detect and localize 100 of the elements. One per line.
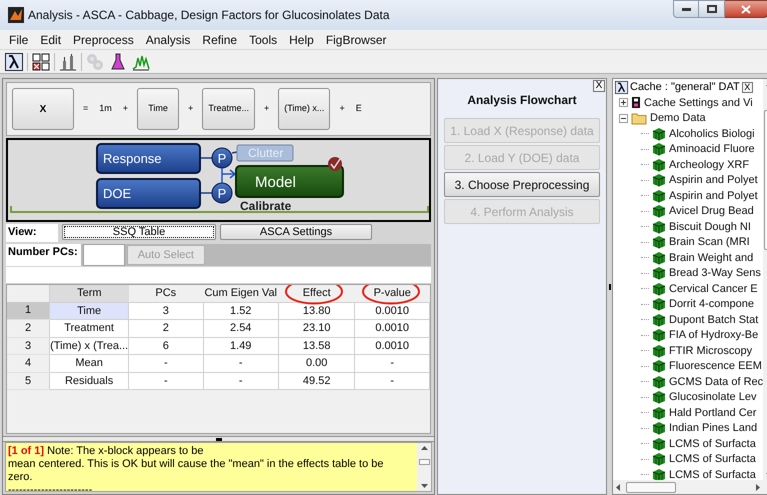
table-cell: - <box>203 354 278 372</box>
row-header[interactable]: 4 <box>7 354 50 372</box>
tree-item[interactable]: LCMS of Surfacta <box>669 451 756 468</box>
toolbar-button[interactable] <box>4 52 24 72</box>
calibrate-caption: Calibrate <box>240 199 292 213</box>
formula-symbol: + <box>187 102 194 116</box>
tree-item[interactable]: Fluorescence EEM <box>669 358 762 374</box>
tree-item[interactable]: Archeology XRF <box>669 156 750 173</box>
tree-item[interactable]: Dupont Batch Stat <box>669 312 758 328</box>
cube-icon <box>652 126 666 141</box>
tree-item[interactable]: Bread 3-Way Sens <box>669 265 761 282</box>
table-cell: 1.52 <box>203 302 278 320</box>
cube-icon <box>652 312 666 327</box>
tree-item[interactable]: Cervical Cancer E <box>669 280 758 297</box>
row-header[interactable]: 5 <box>7 372 50 390</box>
cube-icon <box>652 235 666 250</box>
row-header[interactable]: 2 <box>7 320 50 337</box>
view-label: View: <box>6 224 58 242</box>
tree-item[interactable]: Brain Weight and <box>669 250 754 266</box>
cube-icon <box>652 158 666 172</box>
column-header[interactable]: PCs <box>155 287 176 299</box>
tree-item[interactable]: LCMS of Surfacta <box>669 466 756 480</box>
tree-item[interactable]: Glucosinolate Lev <box>669 389 756 406</box>
flask-icon <box>109 52 127 70</box>
horizontal-scrollbar[interactable] <box>613 480 767 494</box>
tree-item[interactable]: Dorrit 4-compone <box>669 296 754 312</box>
menu-item[interactable]: Analysis <box>140 30 196 48</box>
toolbar-button[interactable] <box>31 52 51 72</box>
number-pcs-field[interactable] <box>82 244 125 266</box>
connector-line <box>221 167 236 184</box>
term-button[interactable]: Time <box>137 88 180 130</box>
scroll-thumb[interactable] <box>418 459 430 465</box>
vertical-scrollbar[interactable] <box>417 443 431 491</box>
tree-item[interactable]: Biscuit Dough NI <box>669 218 751 235</box>
view-tab[interactable]: ASCA Settings <box>220 224 372 240</box>
close-button[interactable]: X <box>593 80 605 92</box>
minimize-button[interactable] <box>673 0 700 18</box>
cube-icon <box>652 390 666 404</box>
menu-item[interactable]: Refine <box>197 30 242 48</box>
table-cell: 0.0010 <box>354 302 430 320</box>
toolbar-button[interactable] <box>58 52 78 72</box>
maximize-button[interactable] <box>699 0 726 18</box>
model-block[interactable]: Model <box>235 165 344 198</box>
tree-item[interactable]: FTIR Microscopy <box>669 342 752 359</box>
menu-item[interactable]: Edit <box>35 30 66 48</box>
cube-icon <box>652 374 666 389</box>
table-cell: 1.49 <box>203 337 278 354</box>
data-block[interactable]: DOE <box>96 178 201 209</box>
tree-item[interactable]: Indian Pines Land <box>669 420 758 436</box>
flowchart-step-button[interactable]: 3. Choose Preprocessing <box>444 172 600 197</box>
minimize-icon <box>682 8 691 10</box>
tree-item[interactable]: Brain Scan (MRI <box>669 234 750 250</box>
tree-item[interactable]: Aspirin and Polyet <box>669 172 758 188</box>
table-cell: 2 <box>128 320 203 337</box>
cube-icon <box>652 282 666 296</box>
folder-icon <box>631 112 647 125</box>
tree-item[interactable]: Aspirin and Polyet <box>669 188 758 204</box>
scroll-left-icon <box>616 484 620 490</box>
expander-toggle[interactable] <box>619 98 628 108</box>
cube-icon <box>652 406 666 420</box>
close-button[interactable]: X <box>742 82 753 93</box>
menu-item[interactable]: Help <box>284 30 319 48</box>
table-cell: Mean <box>50 354 129 372</box>
tree-item[interactable]: Avicel Drug Bead <box>669 203 754 220</box>
menu-item[interactable]: Preprocess <box>68 30 139 48</box>
splitter-handle[interactable] <box>216 438 222 440</box>
column-header[interactable]: Effect <box>302 287 331 299</box>
term-button[interactable]: (Time) x... <box>278 88 330 130</box>
close-button[interactable] <box>725 0 767 18</box>
term-button[interactable]: X <box>12 88 74 130</box>
table-cell: 13.80 <box>278 302 355 320</box>
tree-item[interactable]: Hald Portland Cer <box>669 404 756 421</box>
data-block[interactable]: Response <box>96 143 201 174</box>
menu-item[interactable]: FigBrowser <box>320 30 392 48</box>
column-header[interactable]: P-value <box>374 287 411 299</box>
tree-item[interactable]: Demo Data <box>650 110 706 126</box>
tree-item[interactable]: Cache Settings and Vi <box>644 94 753 111</box>
row-header[interactable]: 1 <box>7 302 50 320</box>
row-header[interactable]: 3 <box>7 337 50 354</box>
tree-item[interactable]: FIA of Hydroxy-Be <box>669 327 758 344</box>
menu-item[interactable]: File <box>4 30 34 48</box>
table-cell: - <box>203 372 278 390</box>
table-cell: 0.0010 <box>354 320 430 337</box>
cube-icon <box>652 421 666 436</box>
ab-boxes-icon <box>32 52 50 70</box>
close-icon <box>741 4 752 14</box>
tree-item[interactable]: LCMS of Surfacta <box>669 436 756 452</box>
expander-toggle[interactable] <box>619 114 628 123</box>
scroll-thumb[interactable] <box>626 482 676 492</box>
column-header[interactable]: Cum Eigen Val <box>204 287 278 299</box>
splitter-handle[interactable] <box>608 284 610 290</box>
view-tab[interactable]: SSQ Table <box>62 224 216 240</box>
preprocess-marker[interactable]: P <box>212 182 232 204</box>
term-button[interactable]: Treatme... <box>202 88 255 130</box>
menu-item[interactable]: Tools <box>244 30 282 48</box>
preprocess-marker[interactable]: P <box>212 148 232 168</box>
tree-item[interactable]: Aminoacid Fluore <box>669 141 755 158</box>
tree-item[interactable]: GCMS Data of Rec <box>669 374 764 390</box>
tree-item[interactable]: Alcoholics Biologi <box>669 126 755 142</box>
table-cell: 2.54 <box>203 320 278 337</box>
